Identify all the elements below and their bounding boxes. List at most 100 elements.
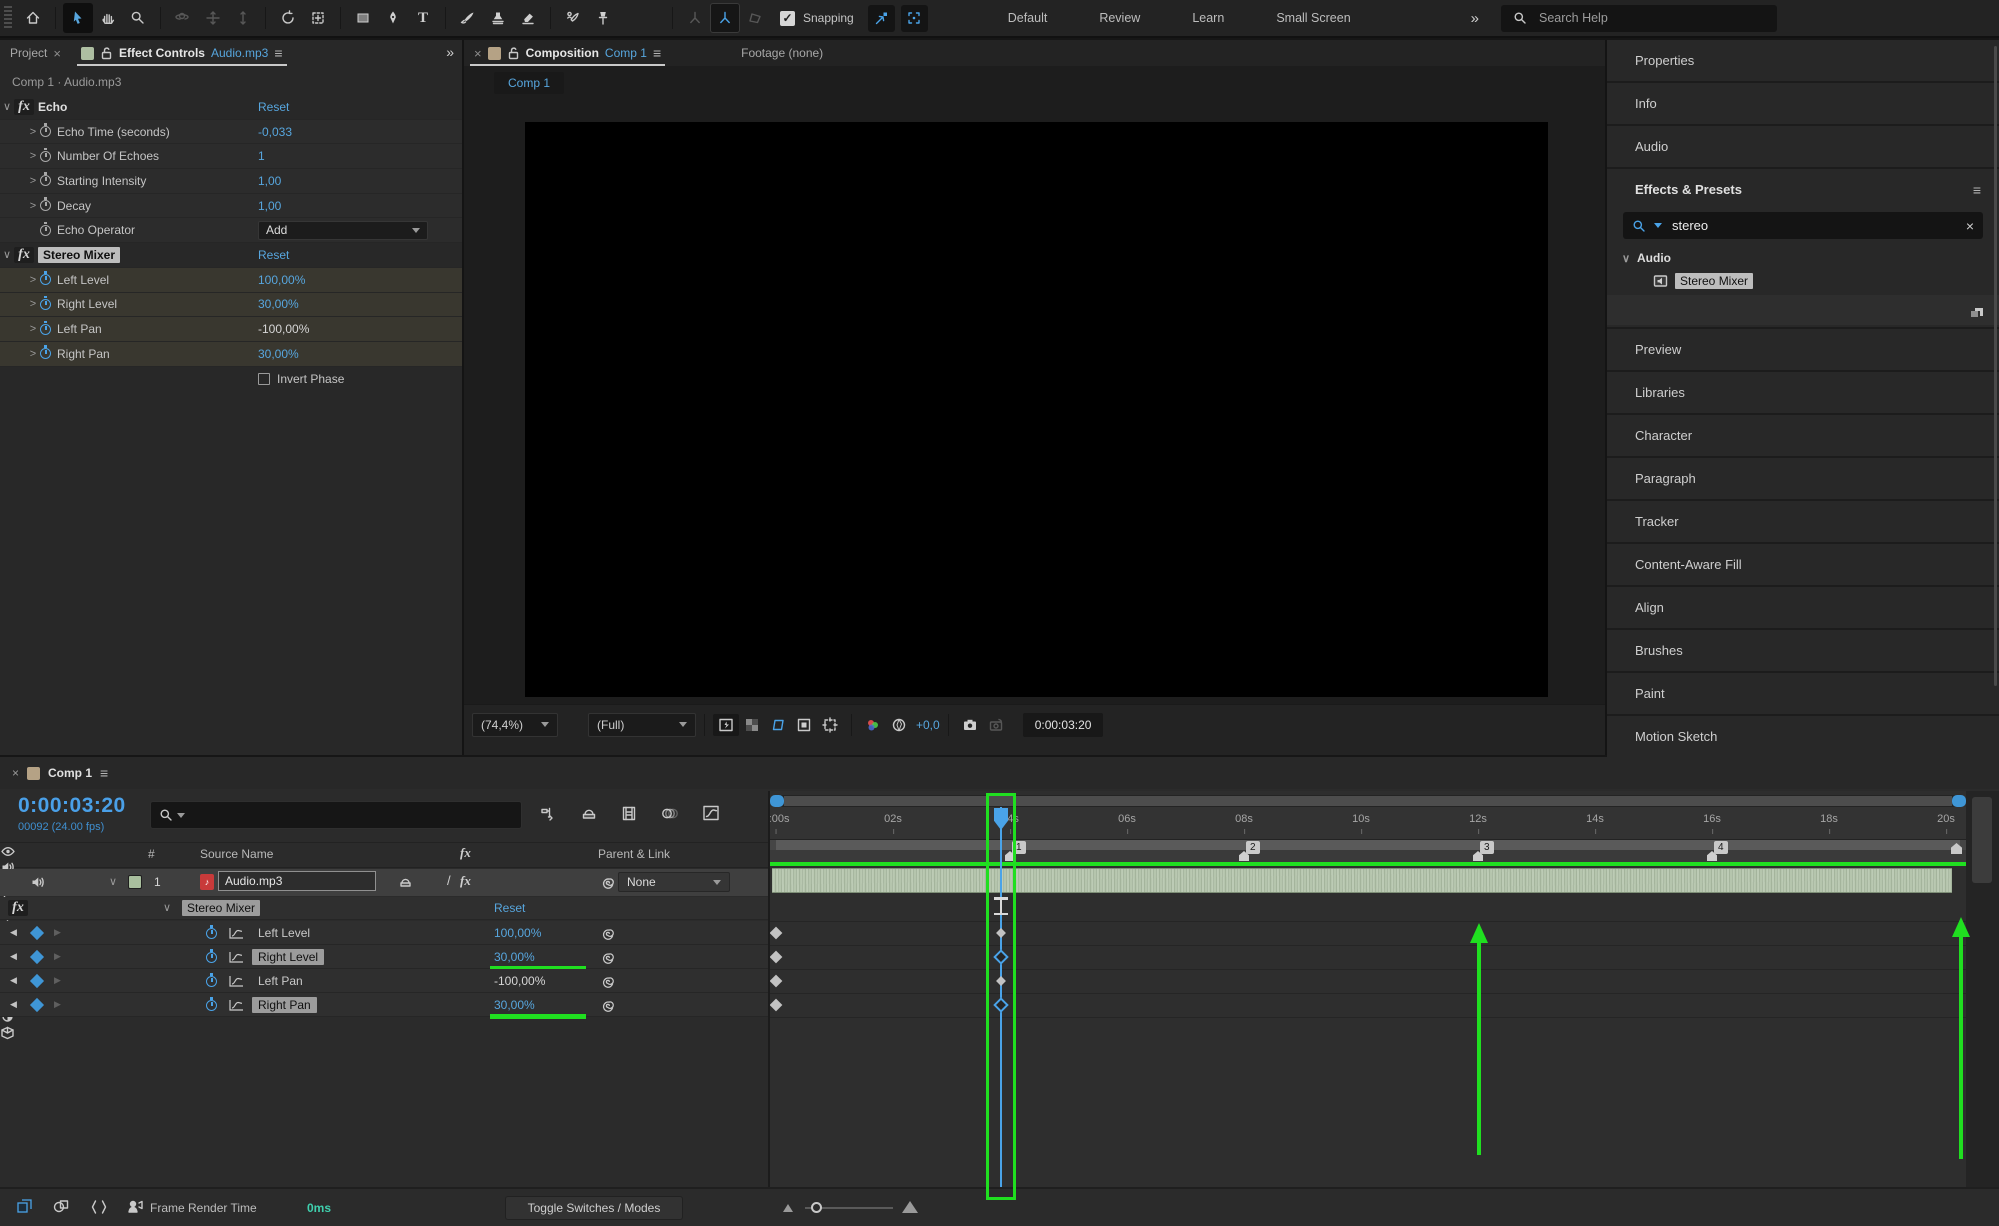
chevron-right-icon[interactable]: >: [26, 348, 40, 360]
property-value[interactable]: 100,00%: [494, 926, 541, 940]
comp-marker[interactable]: 3: [1478, 841, 1504, 861]
add-keyframe-button[interactable]: [30, 974, 44, 988]
sidebar-panel-header[interactable]: Align: [1607, 587, 1999, 628]
brush-tool[interactable]: [453, 3, 483, 33]
workspace-tab[interactable]: Small Screen: [1276, 11, 1350, 25]
zoom-out-mountain-icon[interactable]: [783, 1204, 793, 1212]
property-value[interactable]: 30,00%: [494, 950, 535, 964]
stopwatch-icon[interactable]: [40, 324, 51, 335]
guides-grid-options-icon[interactable]: [817, 714, 843, 736]
sidebar-panel-header[interactable]: Brushes: [1607, 630, 1999, 671]
param-value[interactable]: 30,00%: [258, 347, 299, 361]
sidebar-panel-header[interactable]: Content-Aware Fill: [1607, 544, 1999, 585]
snapshot-icon[interactable]: [957, 714, 983, 736]
reset-button[interactable]: Reset: [258, 248, 289, 262]
expand-layers-icon[interactable]: [16, 1198, 34, 1216]
view-axis-mode-icon[interactable]: [740, 3, 770, 33]
panel-divider[interactable]: [1605, 40, 1607, 755]
zoom-tool[interactable]: [123, 3, 153, 33]
stopwatch-icon[interactable]: [40, 126, 51, 137]
live-update-icon[interactable]: [52, 1198, 70, 1216]
column-source-name[interactable]: Source Name: [200, 847, 273, 861]
tab-footage[interactable]: Footage (none): [731, 40, 833, 66]
effects-group-audio[interactable]: ∨ Audio: [1607, 247, 1999, 269]
eraser-tool[interactable]: [513, 3, 543, 33]
property-value[interactable]: 30,00%: [494, 998, 535, 1012]
pickwhip-icon[interactable]: [601, 950, 616, 965]
resolution-dropdown[interactable]: (Full): [588, 713, 696, 737]
snap-bounds-icon[interactable]: [901, 5, 928, 32]
chevron-right-icon[interactable]: >: [26, 323, 40, 335]
zoom-handle-left[interactable]: [770, 795, 784, 807]
toolbar-grip[interactable]: [4, 6, 12, 30]
magnification-dropdown[interactable]: (74,4%): [472, 713, 558, 737]
exposure-icon[interactable]: [886, 714, 912, 736]
invert-phase-checkbox[interactable]: [258, 373, 270, 385]
column-parent-link[interactable]: Parent & Link: [598, 847, 670, 861]
workspace-overflow-icon[interactable]: »: [1471, 10, 1477, 27]
layer-color-chip[interactable]: [128, 875, 142, 889]
column-number[interactable]: #: [148, 847, 155, 861]
chevron-right-icon[interactable]: >: [26, 298, 40, 310]
workspace-tab[interactable]: Learn: [1192, 11, 1224, 25]
snap-arrow-icon[interactable]: [868, 5, 895, 32]
param-row[interactable]: > Left Level 100,00%: [0, 268, 462, 293]
rectangle-tool[interactable]: [348, 3, 378, 33]
graph-editor-icon[interactable]: [702, 804, 721, 822]
next-keyframe-button[interactable]: ▶: [54, 927, 61, 938]
effect-name[interactable]: Stereo Mixer: [182, 900, 260, 916]
add-keyframe-button[interactable]: [30, 926, 44, 940]
param-row[interactable]: > Right Pan 30,00%: [0, 342, 462, 367]
effect-result-label[interactable]: Stereo Mixer: [1675, 273, 1753, 289]
next-keyframe-button[interactable]: ▶: [54, 999, 61, 1010]
stopwatch-icon[interactable]: [40, 225, 51, 236]
tab-project[interactable]: Project ×: [0, 40, 71, 66]
param-row[interactable]: > Starting Intensity 1,00: [0, 169, 462, 194]
keyframe-diamond[interactable]: [770, 951, 782, 964]
property-row[interactable]: ◀ ▶ Left Pan -100,00%: [0, 969, 768, 993]
panel-menu-icon[interactable]: ≡: [653, 45, 661, 61]
effect-name[interactable]: Stereo Mixer: [38, 247, 120, 263]
show-snapshot-icon[interactable]: [983, 714, 1009, 736]
sidebar-panel-header[interactable]: Properties: [1607, 40, 1999, 81]
timeline-track-area[interactable]: 0:00s02s04s06s08s10s12s14s16s18s20s 1 2 …: [770, 791, 1966, 1187]
close-icon[interactable]: ×: [53, 46, 61, 61]
zoom-handle-right[interactable]: [1952, 795, 1966, 807]
channel-rgb-icon[interactable]: [860, 714, 886, 736]
panel-menu-icon[interactable]: ≡: [1973, 182, 1981, 198]
pickwhip-icon[interactable]: [601, 998, 616, 1013]
motion-blur-icon[interactable]: [660, 805, 680, 822]
sidebar-panel-header[interactable]: Character: [1607, 415, 1999, 456]
effect-header-stereo-mixer[interactable]: ∨ fx Stereo Mixer Reset: [0, 243, 462, 268]
timeline-zoom-slider[interactable]: [783, 1199, 918, 1217]
rotation-tool[interactable]: [273, 3, 303, 33]
param-value[interactable]: 1,00: [258, 174, 281, 188]
timeline-horizontal-scrollbar[interactable]: [770, 795, 1966, 807]
property-row[interactable]: ◀ ▶ Left Level 100,00%: [0, 921, 768, 945]
param-value[interactable]: -0,033: [258, 125, 292, 139]
viewer-timecode[interactable]: 0:00:03:20: [1023, 713, 1104, 737]
sidebar-panel-header[interactable]: Paragraph: [1607, 458, 1999, 499]
stopwatch-icon[interactable]: [40, 200, 51, 211]
panel-overflow-icon[interactable]: »: [446, 44, 452, 60]
comp-marker[interactable]: 4: [1712, 841, 1738, 861]
next-keyframe-button[interactable]: ▶: [54, 951, 61, 962]
shy-switch-icon[interactable]: [398, 874, 413, 891]
unlock-icon[interactable]: [100, 46, 113, 60]
hand-tool[interactable]: [93, 3, 123, 33]
3d-switch-icon[interactable]: [0, 1025, 15, 1042]
param-row[interactable]: > Decay 1,00: [0, 194, 462, 219]
previous-keyframe-button[interactable]: ◀: [10, 951, 17, 962]
fast-previews-icon[interactable]: [713, 714, 739, 736]
chevron-right-icon[interactable]: >: [26, 150, 40, 162]
param-value[interactable]: 1: [258, 149, 265, 163]
timeline-tab-label[interactable]: Comp 1: [48, 766, 92, 780]
param-value[interactable]: -100,00%: [258, 322, 309, 336]
eye-icon[interactable]: [0, 843, 16, 859]
stopwatch-icon[interactable]: [206, 952, 217, 963]
render-queue-icon[interactable]: [126, 1198, 146, 1216]
region-of-interest-icon[interactable]: [791, 714, 817, 736]
selection-tool[interactable]: [63, 3, 93, 33]
effects-result-stereo-mixer[interactable]: Stereo Mixer: [1607, 269, 1999, 293]
previous-keyframe-button[interactable]: ◀: [10, 927, 17, 938]
